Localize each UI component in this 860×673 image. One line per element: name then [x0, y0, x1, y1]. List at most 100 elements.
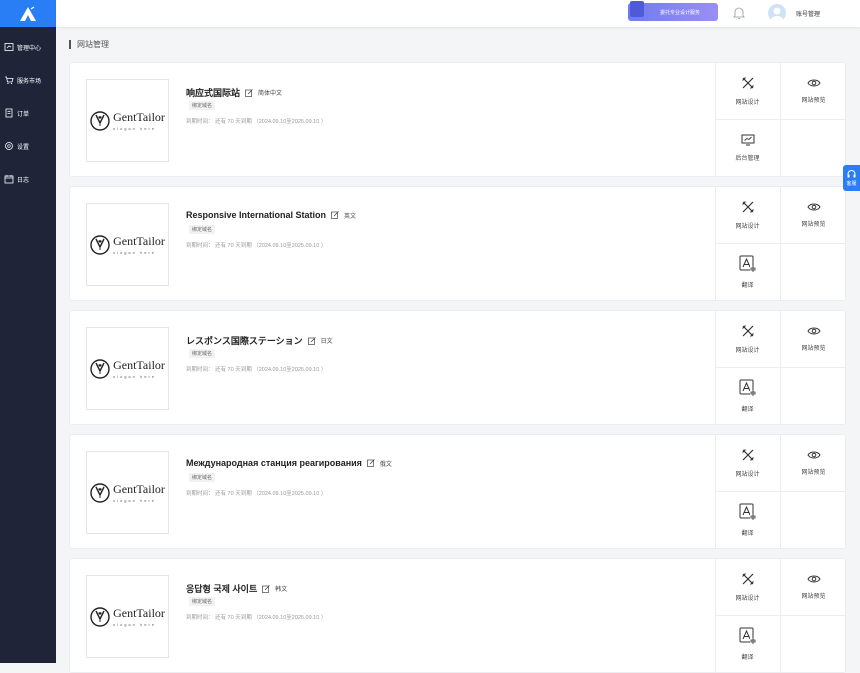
- bind-domain-tag[interactable]: 绑定域名: [189, 597, 216, 606]
- action-label: 网站预览: [801, 98, 826, 104]
- tuxedo-logo-icon: [90, 358, 110, 379]
- edit-icon[interactable]: [262, 584, 271, 593]
- site-thumbnail[interactable]: GentTailor slogan here: [86, 79, 169, 162]
- bind-domain-tag[interactable]: 绑定域名: [189, 349, 216, 358]
- language-label: 日文: [320, 339, 333, 345]
- tuxedo-logo-icon: [90, 110, 110, 131]
- page-title: 网站管理: [69, 40, 109, 49]
- language-label: 俄文: [379, 461, 392, 468]
- language-label: 简体中文: [258, 91, 283, 97]
- chart-monitor-icon: [741, 134, 755, 148]
- logo-slogan: slogan here: [113, 126, 156, 131]
- site-preview-button[interactable]: 网站预览: [781, 435, 846, 491]
- site-design-button[interactable]: 网站设计: [715, 63, 780, 119]
- tuxedo-logo-icon: [90, 482, 110, 503]
- action-label: 翻译: [741, 655, 754, 661]
- site-title: Международная станция реагирования: [186, 458, 362, 468]
- design-tools-icon: [741, 200, 755, 216]
- customer-service-button[interactable]: 客服: [843, 165, 860, 191]
- sidebar-item-settings[interactable]: 设置: [0, 136, 56, 156]
- site-card: GentTailor slogan here レスポンス国際ステーション 日文 …: [69, 310, 846, 425]
- sidebar-item-market[interactable]: 服务市场: [0, 70, 56, 90]
- app-logo[interactable]: [0, 0, 56, 27]
- action-label: 网站预览: [801, 346, 826, 352]
- bind-domain-tag[interactable]: 绑定域名: [189, 225, 216, 234]
- design-tools-icon: [741, 448, 755, 464]
- site-thumbnail[interactable]: GentTailor slogan here: [86, 575, 169, 658]
- expire-info: 到期时间： 还有 70 天到期 （2024.09.10至2025.09.10 ）: [186, 243, 327, 249]
- action-label: 网站设计: [735, 596, 760, 602]
- edit-icon[interactable]: [367, 459, 375, 467]
- card-actions: 网站设计 网站预览 翻译: [715, 311, 846, 424]
- site-thumbnail[interactable]: GentTailor slogan here: [86, 451, 169, 534]
- eye-icon: [806, 202, 821, 214]
- card-actions: 网站设计 网站预览 翻译: [715, 559, 846, 672]
- site-preview-button[interactable]: 网站预览: [781, 187, 846, 243]
- site-title: レスポンス国際ステーション: [186, 336, 303, 346]
- site-thumbnail[interactable]: GentTailor slogan here: [86, 327, 169, 410]
- sidebar-item-label: 设置: [17, 144, 30, 151]
- site-preview-button[interactable]: 网站预览: [781, 559, 846, 615]
- logo-slogan: slogan here: [113, 498, 156, 503]
- expire-info: 到期时间： 还有 70 天到期 （2024.09.10至2025.09.10 ）: [186, 615, 327, 621]
- dashboard-icon: [4, 43, 14, 51]
- site-preview-button[interactable]: 网站预览: [781, 311, 846, 367]
- eye-icon: [806, 450, 821, 462]
- headset-icon: [847, 169, 856, 177]
- card-actions: 网站设计 网站预览 翻译: [715, 435, 846, 548]
- account-menu[interactable]: 账号管理: [796, 9, 820, 18]
- card-actions: 网站设计 网站预览 后台管理: [715, 63, 846, 176]
- site-preview-button[interactable]: 网站预览: [781, 63, 846, 119]
- translate-button[interactable]: 翻译: [715, 244, 780, 300]
- logo-name: GentTailor: [113, 482, 165, 496]
- logo-name: GentTailor: [113, 110, 165, 124]
- action-label: 网站设计: [735, 348, 760, 354]
- action-label: 网站预览: [801, 594, 826, 600]
- translate-button[interactable]: 翻译: [715, 368, 780, 424]
- expire-info: 到期时间： 还有 70 天到期 （2024.09.10至2025.09.10 ）: [186, 491, 327, 497]
- bell-icon[interactable]: [733, 6, 745, 25]
- site-design-button[interactable]: 网站设计: [715, 311, 780, 367]
- action-label: 网站预览: [801, 222, 826, 228]
- expire-info: 到期时间： 还有 70 天到期 （2024.09.10至2025.09.10 ）: [186, 119, 327, 125]
- site-design-button[interactable]: 网站设计: [715, 559, 780, 615]
- sidebar-item-logs[interactable]: 日志: [0, 169, 56, 189]
- eye-icon: [806, 78, 821, 90]
- site-card: GentTailor slogan here 응답형 국제 사이트 韩文 绑定域…: [69, 558, 846, 673]
- edit-icon[interactable]: [331, 211, 339, 219]
- site-card: GentTailor slogan here Responsive Intern…: [69, 186, 846, 301]
- translate-button[interactable]: 翻译: [715, 616, 780, 672]
- action-label: 网站设计: [735, 472, 760, 478]
- order-icon: [5, 108, 13, 118]
- sidebar-item-label: 管理中心: [17, 45, 42, 52]
- bind-domain-tag[interactable]: 绑定域名: [189, 101, 216, 110]
- sidebar-item-label: 订单: [17, 111, 30, 118]
- translate-button[interactable]: 翻译: [715, 492, 780, 548]
- design-tools-icon: [741, 76, 755, 92]
- site-thumbnail[interactable]: GentTailor slogan here: [86, 203, 169, 286]
- sidebar-item-label: 服务市场: [17, 78, 42, 85]
- language-label: 韩文: [275, 587, 288, 593]
- avatar[interactable]: [768, 4, 786, 22]
- language-label: 英文: [344, 213, 357, 220]
- admin-button[interactable]: 后台管理: [715, 120, 780, 176]
- site-title: Responsive International Station: [186, 210, 327, 220]
- site-design-button[interactable]: 网站设计: [715, 187, 780, 243]
- sidebar-item-orders[interactable]: 订单: [0, 103, 56, 123]
- site-design-button[interactable]: 网站设计: [715, 435, 780, 491]
- card-actions: 网站设计 网站预览 翻译: [715, 187, 846, 300]
- sidebar-item-label: 日志: [17, 177, 30, 184]
- logo-name: GentTailor: [113, 606, 165, 620]
- action-label: 翻译: [741, 283, 754, 289]
- sidebar-item-dashboard[interactable]: 管理中心: [0, 37, 56, 57]
- bind-domain-tag[interactable]: 绑定域名: [189, 473, 216, 482]
- design-service-banner[interactable]: 委托专业设计服务: [628, 1, 718, 21]
- logo-name: GentTailor: [113, 234, 165, 248]
- site-title: 响应式国际站: [186, 88, 241, 98]
- edit-icon[interactable]: [245, 88, 253, 97]
- action-label: 后台管理: [735, 156, 760, 162]
- action-label: 网站设计: [735, 100, 760, 106]
- action-label: 网站预览: [801, 470, 826, 476]
- edit-icon[interactable]: [307, 336, 316, 345]
- tuxedo-logo-icon: [90, 234, 110, 255]
